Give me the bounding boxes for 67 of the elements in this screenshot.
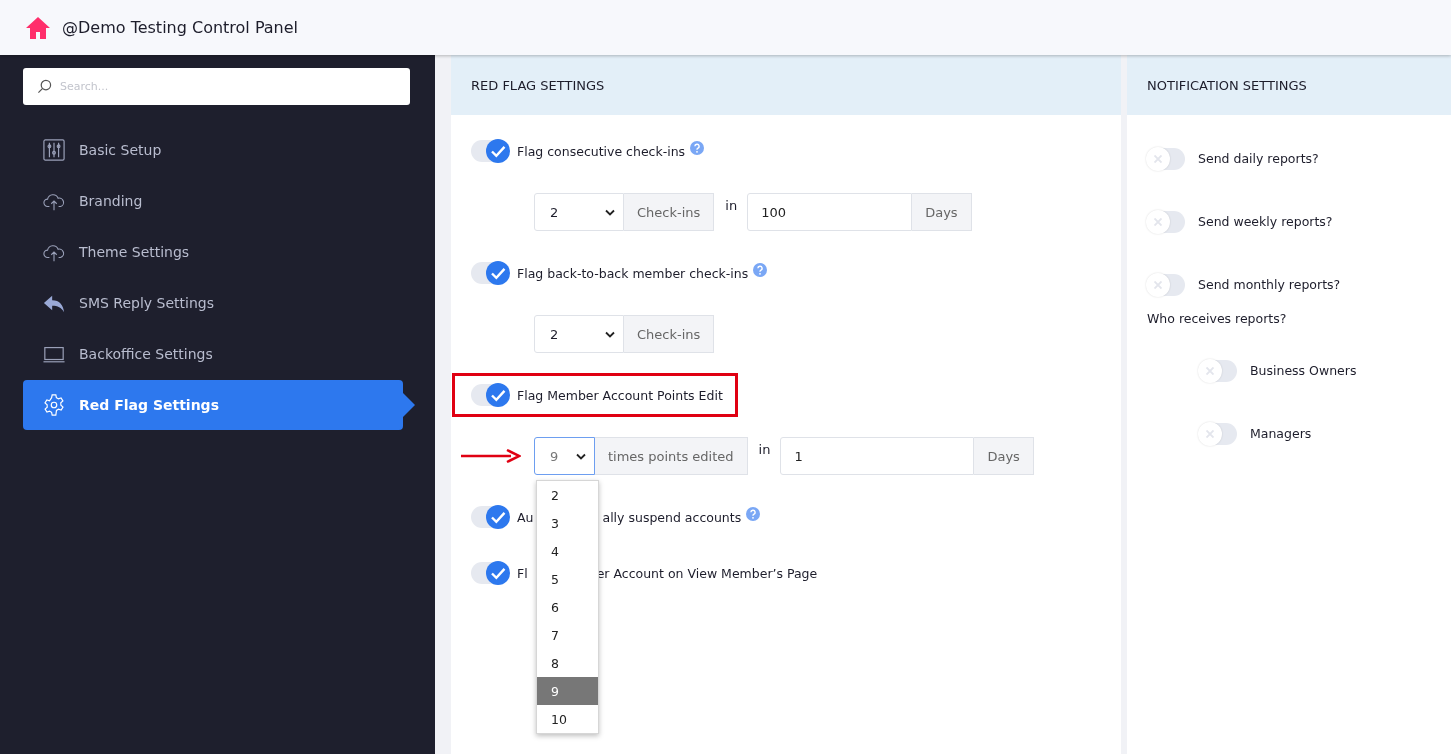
dropdown-option[interactable]: 6: [537, 593, 598, 621]
dropdown-option[interactable]: 9: [537, 677, 598, 705]
toggle-switch[interactable]: [1147, 147, 1185, 170]
setting-label: Fl: [517, 565, 528, 581]
sidebar-item[interactable]: Basic Setup: [23, 125, 403, 175]
toggle-switch[interactable]: [1147, 210, 1185, 233]
panel-title: NOTIFICATION SETTINGS: [1147, 77, 1307, 93]
dropdown-option[interactable]: 2: [537, 481, 598, 509]
cross-icon: [1206, 429, 1214, 438]
setting-label: Business Owners: [1250, 363, 1357, 378]
caret-icon: [605, 208, 615, 216]
toggle-switch[interactable]: [1199, 422, 1237, 445]
section-label: Who receives reports?: [1147, 311, 1288, 328]
setting-label: Send monthly reports?: [1198, 277, 1341, 292]
cross-icon: [1154, 217, 1162, 226]
toggle-switch[interactable]: [471, 562, 509, 584]
sidebar-item[interactable]: Theme Settings: [23, 227, 403, 277]
dropdown-option[interactable]: 7: [537, 621, 598, 649]
toggle-switch[interactable]: [1199, 359, 1237, 382]
app-title: @Demo Testing Control Panel: [62, 18, 299, 37]
dropdown-option[interactable]: 3: [537, 509, 598, 537]
dropdown-option[interactable]: 4: [537, 537, 598, 565]
caret-icon: [605, 330, 615, 338]
setting-label: Managers: [1250, 426, 1312, 441]
gear-icon: [43, 394, 65, 416]
sliders-icon: [43, 139, 65, 161]
unit-label: times points edited: [595, 437, 748, 475]
toggle-switch[interactable]: [471, 262, 509, 284]
dropdown-option[interactable]: 8: [537, 649, 598, 677]
dropdown-option[interactable]: 10: [537, 705, 598, 733]
cross-icon: [1154, 280, 1162, 289]
sidebar-item[interactable]: Backoffice Settings: [23, 329, 403, 379]
number-input[interactable]: 1: [780, 437, 975, 475]
cross-icon: [1154, 154, 1162, 163]
caret-icon: [576, 452, 586, 460]
dropdown-option[interactable]: 5: [537, 565, 598, 593]
unit-label: Check-ins: [624, 315, 715, 353]
sidebar-item[interactable]: Branding: [23, 176, 403, 226]
help-icon[interactable]: [753, 263, 768, 277]
unit-label: Days: [912, 193, 972, 231]
number-select[interactable]: 2: [534, 315, 624, 353]
panel-title: RED FLAG SETTINGS: [471, 77, 605, 93]
setting-label: Send daily reports?: [1198, 151, 1319, 166]
help-icon[interactable]: [690, 141, 705, 155]
connector-label: in: [758, 441, 771, 457]
number-select[interactable]: 9: [534, 437, 595, 475]
sidebar-item[interactable]: SMS Reply Settings: [23, 278, 403, 328]
unit-label: Days: [974, 437, 1034, 475]
toggle-switch[interactable]: [471, 506, 509, 528]
help-icon[interactable]: [746, 507, 761, 521]
setting-label: Send weekly reports?: [1198, 214, 1333, 229]
setting-label: Flag consecutive check-ins: [517, 143, 686, 159]
search-icon: [37, 79, 52, 94]
setting-label: ally suspend accounts: [602, 509, 742, 525]
setting-label: Au: [517, 509, 534, 525]
number-select[interactable]: 2: [534, 193, 624, 231]
setting-label: Flag Member Account Points Edit: [517, 387, 723, 403]
connector-label: in: [725, 197, 738, 213]
number-input[interactable]: 100: [747, 193, 913, 231]
unit-label: Check-ins: [624, 193, 715, 231]
home-icon[interactable]: [25, 15, 51, 40]
toggle-switch[interactable]: [471, 140, 509, 162]
search-field[interactable]: Search...: [23, 68, 410, 105]
setting-label: Flag back-to-back member check-ins: [517, 265, 749, 281]
toggle-switch[interactable]: [1147, 273, 1185, 296]
toggle-switch[interactable]: [471, 384, 509, 406]
cross-icon: [1206, 366, 1214, 375]
